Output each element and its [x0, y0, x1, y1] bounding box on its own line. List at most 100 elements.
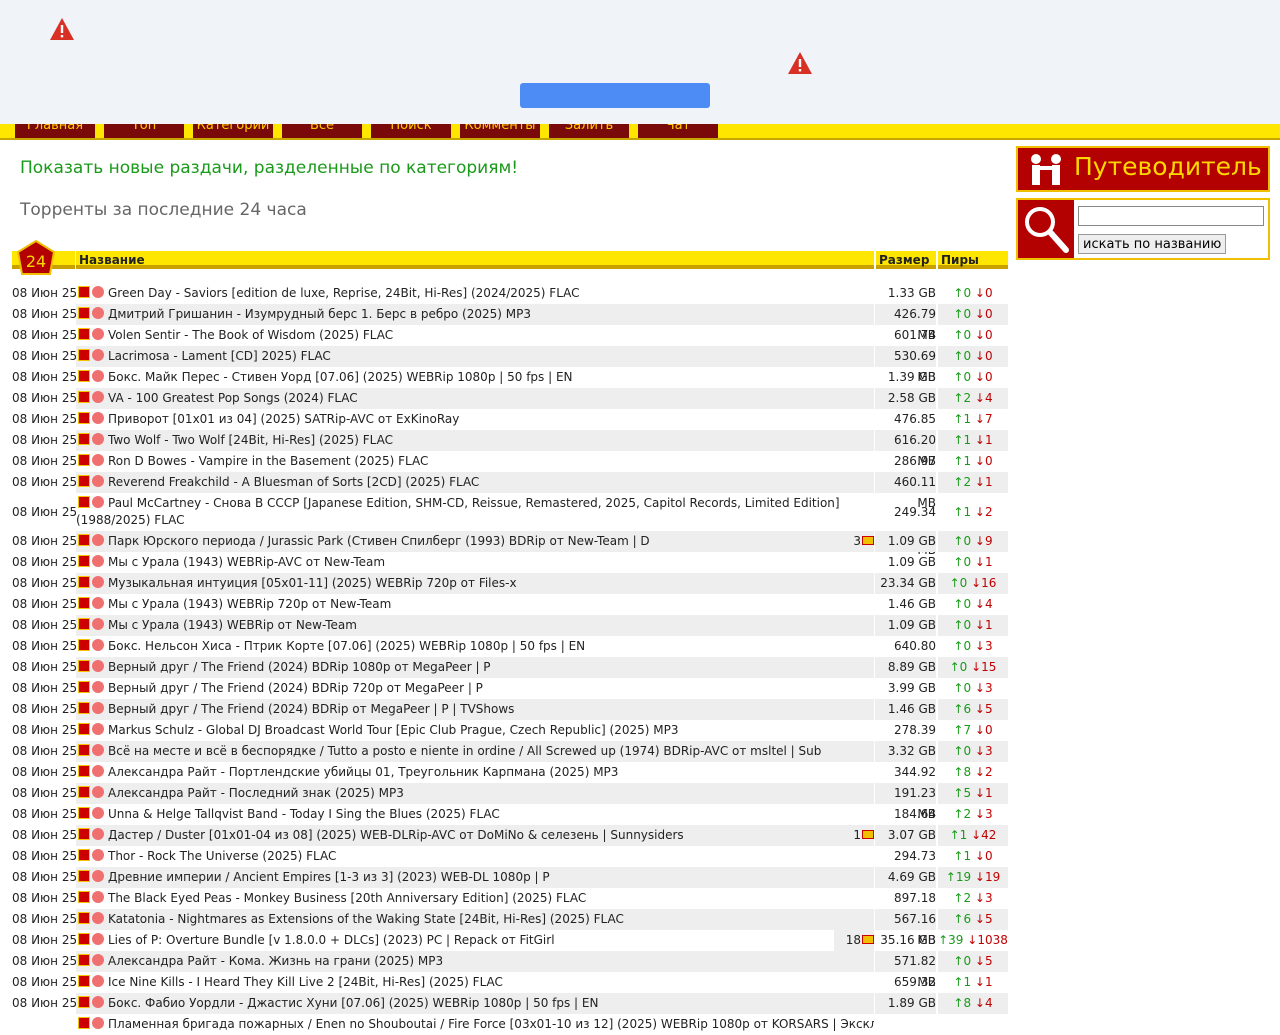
- category-icon[interactable]: [78, 496, 90, 508]
- magnet-icon[interactable]: [92, 597, 104, 609]
- guide-banner[interactable]: Путеводитель: [1016, 146, 1270, 192]
- show-new-by-category-link[interactable]: Показать новые раздачи, разделенные по к…: [20, 158, 518, 178]
- category-icon[interactable]: [78, 744, 90, 756]
- header-name[interactable]: Название: [76, 251, 874, 269]
- torrent-link[interactable]: Ron D Bowes - Vampire in the Basement (2…: [108, 454, 428, 468]
- torrent-link[interactable]: Александра Райт - Портлендские убийцы 01…: [108, 765, 618, 779]
- category-icon[interactable]: [78, 996, 90, 1008]
- category-icon[interactable]: [78, 786, 90, 798]
- category-icon[interactable]: [78, 807, 90, 819]
- category-icon[interactable]: [78, 433, 90, 445]
- category-icon[interactable]: [78, 286, 90, 298]
- magnet-icon[interactable]: [92, 954, 104, 966]
- torrent-link[interactable]: Музыкальная интуиция [05x01-11] (2025) W…: [108, 576, 517, 590]
- magnet-icon[interactable]: [92, 618, 104, 630]
- magnet-icon[interactable]: [92, 807, 104, 819]
- torrent-link[interactable]: Thor - Rock The Universe (2025) FLAC: [108, 849, 336, 863]
- magnet-icon[interactable]: [92, 765, 104, 777]
- category-icon[interactable]: [78, 639, 90, 651]
- magnet-icon[interactable]: [92, 370, 104, 382]
- torrent-link[interactable]: Two Wolf - Two Wolf [24Bit, Hi-Res] (202…: [108, 433, 393, 447]
- nav-comments[interactable]: Комменты: [460, 124, 540, 138]
- torrent-link[interactable]: Верный друг / The Friend (2024) BDRip от…: [108, 702, 514, 716]
- nav-all[interactable]: Все: [282, 124, 362, 138]
- magnet-icon[interactable]: [92, 576, 104, 588]
- magnet-icon[interactable]: [92, 534, 104, 546]
- torrent-link[interactable]: Lacrimosa - Lament [CD] 2025) FLAC: [108, 349, 331, 363]
- category-icon[interactable]: [78, 723, 90, 735]
- comment-count[interactable]: 1: [834, 825, 874, 846]
- category-icon[interactable]: [78, 891, 90, 903]
- torrent-link[interactable]: Мы с Урала (1943) WEBRip-AVC от New-Team: [108, 555, 385, 569]
- torrent-link[interactable]: Дастер / Duster [01x01-04 из 08] (2025) …: [108, 828, 684, 842]
- torrent-link[interactable]: Приворот [01x01 из 04] (2025) SATRip-AVC…: [108, 412, 459, 426]
- torrent-link[interactable]: Lies of P: Overture Bundle [v 1.8.0.0 + …: [108, 933, 555, 947]
- torrent-link[interactable]: Дмитрий Гришанин - Изумрудный берс 1. Бе…: [108, 307, 531, 321]
- category-icon[interactable]: [78, 307, 90, 319]
- category-icon[interactable]: [78, 1017, 90, 1029]
- magnet-icon[interactable]: [92, 412, 104, 424]
- category-icon[interactable]: [78, 412, 90, 424]
- magnet-icon[interactable]: [92, 933, 104, 945]
- magnet-icon[interactable]: [92, 349, 104, 361]
- nav-categories[interactable]: Категории: [193, 124, 273, 138]
- nav-top[interactable]: Топ: [104, 124, 184, 138]
- category-icon[interactable]: [78, 391, 90, 403]
- magnet-icon[interactable]: [92, 996, 104, 1008]
- category-icon[interactable]: [78, 975, 90, 987]
- magnet-icon[interactable]: [92, 639, 104, 651]
- magnet-icon[interactable]: [92, 744, 104, 756]
- magnet-icon[interactable]: [92, 454, 104, 466]
- banner-button[interactable]: [520, 83, 710, 108]
- category-icon[interactable]: [78, 681, 90, 693]
- torrent-link[interactable]: Markus Schulz - Global DJ Broadcast Worl…: [108, 723, 678, 737]
- magnet-icon[interactable]: [92, 391, 104, 403]
- header-size[interactable]: Размер: [876, 251, 936, 269]
- magnet-icon[interactable]: [92, 433, 104, 445]
- category-icon[interactable]: [78, 328, 90, 340]
- header-peers[interactable]: Пиры: [938, 251, 1008, 269]
- category-icon[interactable]: [78, 576, 90, 588]
- magnet-icon[interactable]: [92, 891, 104, 903]
- torrent-link[interactable]: Reverend Freakchild - A Bluesman of Sort…: [108, 475, 479, 489]
- category-icon[interactable]: [78, 702, 90, 714]
- nav-chat[interactable]: Чат: [638, 124, 718, 138]
- comment-count[interactable]: 18: [834, 930, 874, 951]
- torrent-link[interactable]: Всё на месте и всё в беспорядке / Tutto …: [108, 744, 821, 758]
- torrent-link[interactable]: Unna & Helge Tallqvist Band - Today I Si…: [108, 807, 500, 821]
- torrent-link[interactable]: Volen Sentir - The Book of Wisdom (2025)…: [108, 328, 393, 342]
- magnet-icon[interactable]: [92, 307, 104, 319]
- nav-home[interactable]: Главная: [15, 124, 95, 138]
- torrent-link[interactable]: Бокс. Майк Перес - Стивен Уорд [07.06] (…: [108, 370, 573, 384]
- magnet-icon[interactable]: [92, 702, 104, 714]
- magnet-icon[interactable]: [92, 681, 104, 693]
- category-icon[interactable]: [78, 765, 90, 777]
- nav-upload[interactable]: Залить: [549, 124, 629, 138]
- comment-count[interactable]: 3: [834, 531, 874, 552]
- torrent-link[interactable]: Верный друг / The Friend (2024) BDRip 10…: [108, 660, 491, 674]
- category-icon[interactable]: [78, 534, 90, 546]
- torrent-link[interactable]: Древние империи / Ancient Empires [1-3 и…: [108, 870, 550, 884]
- torrent-link[interactable]: Green Day - Saviors [edition de luxe, Re…: [108, 286, 580, 300]
- torrent-link[interactable]: Верный друг / The Friend (2024) BDRip 72…: [108, 681, 483, 695]
- category-icon[interactable]: [78, 660, 90, 672]
- torrent-link[interactable]: Katatonia - Nightmares as Extensions of …: [108, 912, 624, 926]
- category-icon[interactable]: [78, 933, 90, 945]
- category-icon[interactable]: [78, 349, 90, 361]
- torrent-link[interactable]: Бокс. Фабио Уордли - Джастис Хуни [07.06…: [108, 996, 598, 1010]
- magnet-icon[interactable]: [92, 555, 104, 567]
- torrent-link[interactable]: Александра Райт - Кома. Жизнь на грани (…: [108, 954, 443, 968]
- torrent-link[interactable]: Мы с Урала (1943) WEBRip от New-Team: [108, 618, 357, 632]
- magnet-icon[interactable]: [92, 286, 104, 298]
- torrent-link[interactable]: Мы с Урала (1943) WEBRip 720p от New-Tea…: [108, 597, 391, 611]
- magnet-icon[interactable]: [92, 660, 104, 672]
- search-by-name-button[interactable]: искать по названию: [1078, 234, 1227, 254]
- category-icon[interactable]: [78, 954, 90, 966]
- torrent-link[interactable]: Бокс. Нельсон Хиса - Птрик Корте [07.06]…: [108, 639, 585, 653]
- magnet-icon[interactable]: [92, 786, 104, 798]
- category-icon[interactable]: [78, 454, 90, 466]
- magnet-icon[interactable]: [92, 723, 104, 735]
- torrent-link[interactable]: The Black Eyed Peas - Monkey Business [2…: [108, 891, 586, 905]
- torrent-link[interactable]: Пламенная бригада пожарных / Enen no Sho…: [108, 1017, 874, 1031]
- magnet-icon[interactable]: [92, 328, 104, 340]
